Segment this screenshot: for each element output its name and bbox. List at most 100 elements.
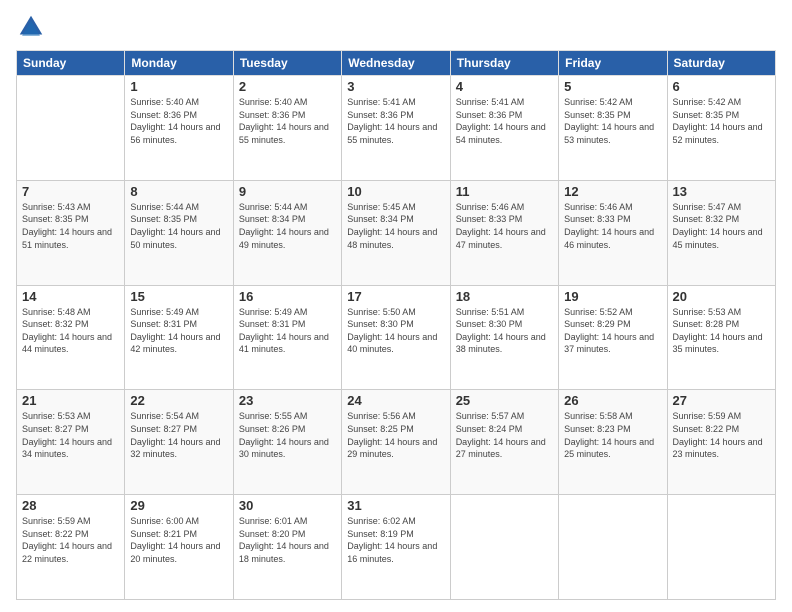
cell-day-number: 1 <box>130 79 227 94</box>
calendar-cell: 25Sunrise: 5:57 AMSunset: 8:24 PMDayligh… <box>450 390 558 495</box>
cell-day-number: 3 <box>347 79 444 94</box>
cell-sunset: Sunset: 8:25 PM <box>347 424 414 434</box>
cell-day-number: 24 <box>347 393 444 408</box>
calendar-cell: 30Sunrise: 6:01 AMSunset: 8:20 PMDayligh… <box>233 495 341 600</box>
calendar-week-4: 21Sunrise: 5:53 AMSunset: 8:27 PMDayligh… <box>17 390 776 495</box>
calendar-header-wednesday: Wednesday <box>342 51 450 76</box>
cell-daylight: Daylight: 14 hours and 25 minutes. <box>564 437 654 460</box>
cell-day-number: 16 <box>239 289 336 304</box>
cell-day-number: 4 <box>456 79 553 94</box>
cell-day-number: 31 <box>347 498 444 513</box>
calendar-header-friday: Friday <box>559 51 667 76</box>
calendar-week-5: 28Sunrise: 5:59 AMSunset: 8:22 PMDayligh… <box>17 495 776 600</box>
cell-daylight: Daylight: 14 hours and 55 minutes. <box>347 122 437 145</box>
cell-sunrise: Sunrise: 5:49 AM <box>239 307 308 317</box>
cell-daylight: Daylight: 14 hours and 40 minutes. <box>347 332 437 355</box>
logo-icon <box>16 12 46 42</box>
cell-day-number: 12 <box>564 184 661 199</box>
cell-sunset: Sunset: 8:35 PM <box>130 214 197 224</box>
calendar-cell: 20Sunrise: 5:53 AMSunset: 8:28 PMDayligh… <box>667 285 775 390</box>
cell-daylight: Daylight: 14 hours and 54 minutes. <box>456 122 546 145</box>
calendar-cell: 5Sunrise: 5:42 AMSunset: 8:35 PMDaylight… <box>559 76 667 181</box>
cell-day-number: 13 <box>673 184 770 199</box>
cell-sunrise: Sunrise: 5:40 AM <box>239 97 308 107</box>
calendar-cell: 3 Sunrise: 5:41 AM Sunset: 8:36 PM Daylight… <box>342 76 450 181</box>
calendar-cell: 23Sunrise: 5:55 AMSunset: 8:26 PMDayligh… <box>233 390 341 495</box>
cell-sunset: Sunset: 8:35 PM <box>564 110 631 120</box>
calendar-table: SundayMondayTuesdayWednesdayThursdayFrid… <box>16 50 776 600</box>
cell-daylight: Daylight: 14 hours and 52 minutes. <box>673 122 763 145</box>
cell-day-number: 11 <box>456 184 553 199</box>
calendar-header-sunday: Sunday <box>17 51 125 76</box>
calendar-cell: 9Sunrise: 5:44 AMSunset: 8:34 PMDaylight… <box>233 180 341 285</box>
cell-sunrise: Sunrise: 5:45 AM <box>347 202 416 212</box>
cell-sunset: Sunset: 8:31 PM <box>130 319 197 329</box>
calendar-cell: 14Sunrise: 5:48 AMSunset: 8:32 PMDayligh… <box>17 285 125 390</box>
cell-sunset: Sunset: 8:28 PM <box>673 319 740 329</box>
calendar-cell <box>450 495 558 600</box>
cell-sunrise: Sunrise: 5:53 AM <box>673 307 742 317</box>
logo <box>16 12 50 42</box>
cell-daylight: Daylight: 14 hours and 45 minutes. <box>673 227 763 250</box>
cell-sunset: Sunset: 8:33 PM <box>456 214 523 224</box>
calendar-cell: 27Sunrise: 5:59 AMSunset: 8:22 PMDayligh… <box>667 390 775 495</box>
cell-daylight: Daylight: 14 hours and 18 minutes. <box>239 541 329 564</box>
cell-day-number: 19 <box>564 289 661 304</box>
calendar-header-saturday: Saturday <box>667 51 775 76</box>
cell-daylight: Daylight: 14 hours and 23 minutes. <box>673 437 763 460</box>
cell-sunrise: Sunrise: 5:43 AM <box>22 202 91 212</box>
cell-day-number: 22 <box>130 393 227 408</box>
calendar-cell: 1Sunrise: 5:40 AMSunset: 8:36 PMDaylight… <box>125 76 233 181</box>
cell-daylight: Daylight: 14 hours and 42 minutes. <box>130 332 220 355</box>
cell-day-number: 27 <box>673 393 770 408</box>
cell-sunrise: Sunrise: 5:47 AM <box>673 202 742 212</box>
cell-sunrise: Sunrise: 5:52 AM <box>564 307 633 317</box>
cell-daylight: Daylight: 14 hours and 29 minutes. <box>347 437 437 460</box>
calendar-cell: 13 Sunrise: 5:47 AM Sunset: 8:32 PM Dayligh… <box>667 180 775 285</box>
cell-sunset: Sunset: 8:35 PM <box>673 110 740 120</box>
cell-sunrise: Sunrise: 5:41 AM <box>347 97 416 107</box>
cell-sunrise: Sunrise: 5:55 AM <box>239 411 308 421</box>
cell-sunset: Sunset: 8:19 PM <box>347 529 414 539</box>
cell-sunset: Sunset: 8:26 PM <box>239 424 306 434</box>
cell-sunset: Sunset: 8:20 PM <box>239 529 306 539</box>
calendar-cell: 12Sunrise: 5:46 AMSunset: 8:33 PMDayligh… <box>559 180 667 285</box>
cell-daylight: Daylight: 14 hours and 44 minutes. <box>22 332 112 355</box>
cell-day-number: 18 <box>456 289 553 304</box>
header <box>16 12 776 42</box>
cell-sunset: Sunset: 8:27 PM <box>22 424 89 434</box>
cell-day-number: 21 <box>22 393 119 408</box>
cell-sunset: Sunset: 8:33 PM <box>564 214 631 224</box>
calendar-cell: 17Sunrise: 5:50 AMSunset: 8:30 PMDayligh… <box>342 285 450 390</box>
calendar-cell: 22Sunrise: 5:54 AMSunset: 8:27 PMDayligh… <box>125 390 233 495</box>
cell-sunrise: Sunrise: 6:00 AM <box>130 516 199 526</box>
calendar-cell: 31Sunrise: 6:02 AMSunset: 8:19 PMDayligh… <box>342 495 450 600</box>
cell-sunset: Sunset: 8:34 PM <box>347 214 414 224</box>
cell-daylight: Daylight: 14 hours and 48 minutes. <box>347 227 437 250</box>
calendar-header-tuesday: Tuesday <box>233 51 341 76</box>
cell-sunrise: Sunrise: 5:51 AM <box>456 307 525 317</box>
cell-sunset: Sunset: 8:36 PM <box>130 110 197 120</box>
cell-sunrise: Sunrise: 5:44 AM <box>239 202 308 212</box>
calendar-week-1: 1 Sunrise: 5:40 AM Sunset: 8:36 PM Daylight… <box>17 76 776 181</box>
cell-sunrise: Sunrise: 5:46 AM <box>564 202 633 212</box>
cell-daylight: Daylight: 14 hours and 32 minutes. <box>130 437 220 460</box>
calendar-week-2: 7Sunrise: 5:43 AMSunset: 8:35 PMDaylight… <box>17 180 776 285</box>
cell-sunset: Sunset: 8:36 PM <box>347 110 414 120</box>
cell-sunset: Sunset: 8:22 PM <box>673 424 740 434</box>
cell-day-number: 17 <box>347 289 444 304</box>
cell-day-number: 30 <box>239 498 336 513</box>
cell-daylight: Daylight: 14 hours and 49 minutes. <box>239 227 329 250</box>
cell-day-number: 25 <box>456 393 553 408</box>
calendar-cell: 4Sunrise: 5:41 AMSunset: 8:36 PMDaylight… <box>450 76 558 181</box>
cell-sunset: Sunset: 8:35 PM <box>22 214 89 224</box>
cell-day-number: 20 <box>673 289 770 304</box>
cell-day-number: 8 <box>130 184 227 199</box>
cell-daylight: Daylight: 14 hours and 47 minutes. <box>456 227 546 250</box>
cell-daylight: Daylight: 14 hours and 20 minutes. <box>130 541 220 564</box>
cell-sunset: Sunset: 8:32 PM <box>673 214 740 224</box>
calendar-cell <box>17 76 125 181</box>
calendar-cell: 29Sunrise: 6:00 AMSunset: 8:21 PMDayligh… <box>125 495 233 600</box>
calendar-cell: 18Sunrise: 5:51 AMSunset: 8:30 PMDayligh… <box>450 285 558 390</box>
cell-sunrise: Sunrise: 5:49 AM <box>130 307 199 317</box>
